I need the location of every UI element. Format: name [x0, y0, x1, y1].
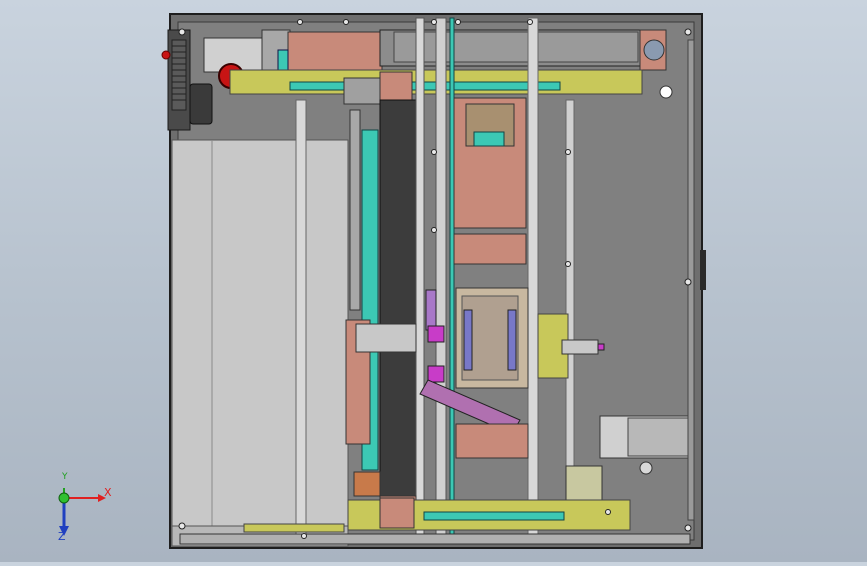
bottom-copper-block	[379, 497, 415, 529]
left-column-steel	[295, 99, 307, 541]
bottom-linear-guide	[423, 511, 565, 521]
magenta-cylinder-1	[427, 325, 445, 343]
y-axis-label: Y	[62, 472, 68, 482]
switch-module	[189, 83, 213, 125]
right-round-indicator	[659, 85, 673, 99]
arm-copper	[455, 423, 529, 459]
x-axis-label: X	[104, 486, 112, 499]
green-clamp	[473, 131, 505, 147]
top-linear-guide	[289, 81, 561, 91]
lower-motor-flange	[627, 417, 691, 457]
magenta-cylinder-2	[427, 365, 445, 383]
assembly-drawing	[161, 13, 706, 549]
purple-part-3	[425, 289, 437, 331]
lower-support	[565, 465, 603, 503]
top-copper-bar	[287, 31, 383, 71]
bottom-frame-rail	[179, 533, 691, 545]
top-carriage	[343, 77, 381, 105]
lower-knob	[639, 461, 653, 475]
right-column-steel-2	[565, 99, 575, 501]
small-red-indicator	[161, 50, 171, 60]
green-bracket-top	[277, 49, 289, 71]
cylinder-rod	[597, 343, 605, 351]
cover-panel	[171, 139, 349, 527]
top-copper-block	[379, 71, 413, 103]
air-cylinder	[561, 339, 599, 355]
purple-part-2	[507, 309, 517, 371]
coordinate-triad: X Y Z	[48, 472, 118, 544]
column-rail-mid	[435, 17, 447, 545]
end-bearing	[643, 39, 665, 61]
right-edge-hinge	[700, 250, 706, 290]
vertical-bar-2	[349, 109, 361, 311]
right-column-steel	[527, 17, 539, 545]
cad-viewport[interactable]: X Y Z	[0, 0, 867, 562]
top-rail-highlight	[393, 31, 639, 63]
z-axis-label: Z	[58, 530, 66, 543]
purple-part-1	[463, 309, 473, 371]
copper-base	[353, 471, 381, 497]
column-rail-green	[449, 17, 455, 545]
column-rail-left	[415, 17, 425, 545]
mid-carriage	[355, 323, 417, 353]
center-column-dark	[379, 99, 417, 501]
center-copper-lower	[453, 233, 527, 265]
bottom-yellow-left	[243, 523, 345, 533]
